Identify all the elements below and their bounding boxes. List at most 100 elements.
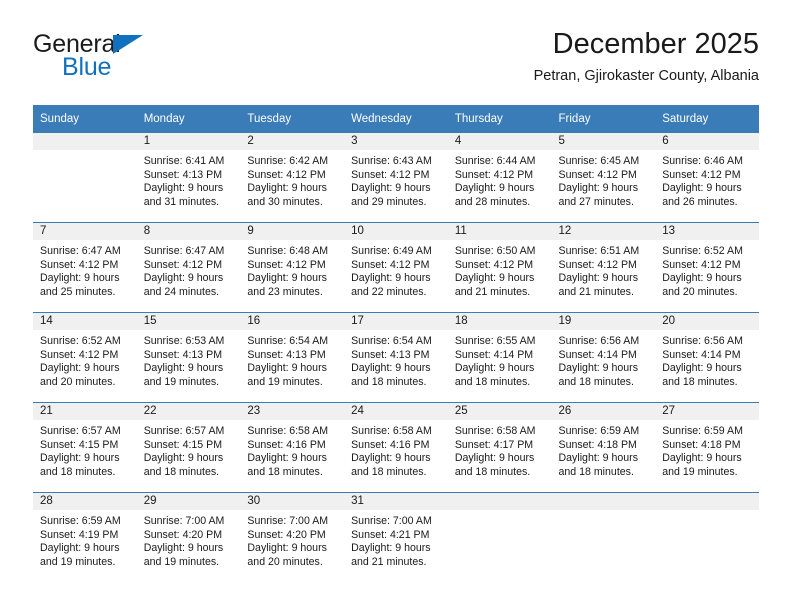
day-number: 10 — [344, 223, 448, 240]
day-cell-9[interactable]: 9 Sunrise: 6:48 AM Sunset: 4:12 PM Daylight… — [240, 223, 345, 312]
day-info-line: and 18 minutes. — [454, 375, 531, 388]
day-info-line: Daylight: 9 hours — [351, 452, 431, 465]
day-cell-10[interactable]: 10 Sunrise: 6:49 AM Sunset: 4:12 PM Dayligh… — [344, 223, 448, 312]
day-cell-3[interactable]: 3 Sunrise: 6:43 AM Sunset: 4:12 PM Daylight… — [344, 133, 448, 222]
day-cell-4[interactable]: 4 Sunrise: 6:44 AM Sunset: 4:12 PM Daylight… — [447, 133, 552, 222]
day-number: 16 — [240, 313, 345, 330]
day-info-line: Daylight: 9 hours — [247, 182, 327, 195]
day-info-line: Sunset: 4:14 PM — [454, 348, 534, 361]
day-sun-info: Sunrise: 6:53 AM Sunset: 4:13 PM Daylight:… — [137, 330, 241, 389]
day-cell-1[interactable]: 1 Sunrise: 6:41 AM Sunset: 4:13 PM Daylight… — [136, 133, 241, 222]
day-info-line: and 22 minutes. — [351, 285, 427, 298]
day-cell-18[interactable]: 18 Sunrise: 6:55 AM Sunset: 4:14 PM Dayligh… — [447, 313, 552, 402]
day-info-line: Sunrise: 6:59 AM — [40, 515, 121, 527]
day-sun-info: Sunrise: 6:52 AM Sunset: 4:12 PM Daylight:… — [655, 240, 759, 299]
day-cell-20[interactable]: 20 Sunrise: 6:56 AM Sunset: 4:14 PM Dayligh… — [655, 313, 759, 402]
calendar-cell: 22 Sunrise: 6:57 AM Sunset: 4:15 PM Dayligh… — [136, 402, 241, 493]
day-info-line: Sunrise: 6:41 AM — [143, 155, 225, 167]
day-cell-28[interactable]: 28 Sunrise: 6:59 AM Sunset: 4:19 PM Dayligh… — [33, 493, 137, 582]
day-cell-24[interactable]: 24 Sunrise: 6:58 AM Sunset: 4:16 PM Dayligh… — [344, 403, 448, 492]
day-info-line: Daylight: 9 hours — [558, 272, 639, 285]
calendar-cell — [655, 492, 759, 582]
day-info-line: Sunset: 4:13 PM — [143, 348, 223, 361]
day-info-line: Sunrise: 6:46 AM — [662, 155, 743, 167]
day-cell-21[interactable]: 21 Sunrise: 6:57 AM Sunset: 4:15 PM Dayligh… — [33, 403, 137, 492]
day-number: 8 — [136, 223, 241, 240]
day-info-line: and 21 minutes. — [558, 285, 634, 298]
day-cell-2[interactable]: 2 Sunrise: 6:42 AM Sunset: 4:12 PM Daylight… — [240, 133, 345, 222]
day-info-line: Sunrise: 6:47 AM — [143, 245, 225, 257]
day-info-line: Sunrise: 7:00 AM — [143, 515, 225, 527]
day-cell-16[interactable]: 16 Sunrise: 6:54 AM Sunset: 4:13 PM Dayligh… — [240, 313, 345, 402]
day-sun-info: Sunrise: 7:00 AM Sunset: 4:21 PM Daylight:… — [344, 510, 448, 569]
day-cell-29[interactable]: 29 Sunrise: 7:00 AM Sunset: 4:20 PM Dayligh… — [136, 493, 241, 582]
day-info-line: and 18 minutes. — [40, 465, 116, 478]
generalblue-logo: General Blue — [33, 32, 213, 84]
day-info-line: Sunrise: 6:50 AM — [454, 245, 536, 257]
day-cell-23[interactable]: 23 Sunrise: 6:58 AM Sunset: 4:16 PM Dayligh… — [240, 403, 345, 492]
day-info-line: Daylight: 9 hours — [558, 362, 639, 375]
day-info-line: Sunrise: 7:00 AM — [351, 515, 432, 527]
day-number: 29 — [136, 493, 241, 510]
day-cell-19[interactable]: 19 Sunrise: 6:56 AM Sunset: 4:14 PM Dayligh… — [551, 313, 656, 402]
day-sun-info: Sunrise: 6:54 AM Sunset: 4:13 PM Daylight:… — [344, 330, 448, 389]
day-cell-30[interactable]: 30 Sunrise: 7:00 AM Sunset: 4:20 PM Dayligh… — [240, 493, 345, 582]
day-number: 21 — [33, 403, 137, 420]
day-cell-17[interactable]: 17 Sunrise: 6:54 AM Sunset: 4:13 PM Dayligh… — [344, 313, 448, 402]
day-number: 3 — [344, 133, 448, 150]
day-info-line: Sunset: 4:17 PM — [454, 438, 534, 451]
calendar-cell: 6 Sunrise: 6:46 AM Sunset: 4:12 PM Daylight… — [655, 133, 759, 223]
day-number: 19 — [551, 313, 656, 330]
day-cell-5[interactable]: 5 Sunrise: 6:45 AM Sunset: 4:12 PM Daylight… — [551, 133, 656, 222]
day-info-line: Sunset: 4:12 PM — [558, 258, 637, 271]
day-cell-26[interactable]: 26 Sunrise: 6:59 AM Sunset: 4:18 PM Dayligh… — [551, 403, 656, 492]
day-info-line: and 18 minutes. — [247, 465, 323, 478]
day-info-line: Daylight: 9 hours — [351, 542, 431, 555]
day-info-line: Sunset: 4:12 PM — [247, 168, 326, 181]
day-info-line: and 29 minutes. — [351, 195, 427, 208]
day-cell-31[interactable]: 31 Sunrise: 7:00 AM Sunset: 4:21 PM Dayligh… — [344, 493, 448, 582]
day-cell-6[interactable]: 6 Sunrise: 6:46 AM Sunset: 4:12 PM Daylight… — [655, 133, 759, 222]
day-number: 4 — [447, 133, 552, 150]
day-info-line: Daylight: 9 hours — [351, 362, 431, 375]
day-cell-8[interactable]: 8 Sunrise: 6:47 AM Sunset: 4:12 PM Daylight… — [136, 223, 241, 312]
day-cell-27[interactable]: 27 Sunrise: 6:59 AM Sunset: 4:18 PM Dayligh… — [655, 403, 759, 492]
day-cell-15[interactable]: 15 Sunrise: 6:53 AM Sunset: 4:13 PM Dayligh… — [136, 313, 241, 402]
day-info-line: Sunset: 4:14 PM — [662, 348, 741, 361]
day-number — [33, 133, 137, 150]
day-number: 1 — [136, 133, 241, 150]
day-sun-info: Sunrise: 6:57 AM Sunset: 4:15 PM Daylight:… — [33, 420, 137, 479]
day-info-line: Daylight: 9 hours — [558, 452, 639, 465]
day-cell-25[interactable]: 25 Sunrise: 6:58 AM Sunset: 4:17 PM Dayligh… — [447, 403, 552, 492]
day-info-line: Sunset: 4:12 PM — [558, 168, 637, 181]
day-cell-14[interactable]: 14 Sunrise: 6:52 AM Sunset: 4:12 PM Dayligh… — [33, 313, 137, 402]
day-info-line: Sunrise: 6:51 AM — [558, 245, 640, 257]
day-info-line: Sunset: 4:12 PM — [143, 258, 223, 271]
day-number: 24 — [344, 403, 448, 420]
day-info-line: and 19 minutes. — [143, 555, 220, 568]
day-info-line: Sunrise: 6:58 AM — [247, 425, 329, 437]
day-info-line: Sunrise: 6:42 AM — [247, 155, 329, 167]
calendar-cell: 13 Sunrise: 6:52 AM Sunset: 4:12 PM Dayligh… — [655, 222, 759, 313]
day-info-line: Sunrise: 6:47 AM — [40, 245, 121, 257]
calendar-cell: 17 Sunrise: 6:54 AM Sunset: 4:13 PM Dayligh… — [344, 312, 448, 403]
calendar-cell: 5 Sunrise: 6:45 AM Sunset: 4:12 PM Daylight… — [551, 133, 656, 223]
day-cell-12[interactable]: 12 Sunrise: 6:51 AM Sunset: 4:12 PM Dayligh… — [551, 223, 656, 312]
day-cell-11[interactable]: 11 Sunrise: 6:50 AM Sunset: 4:12 PM Dayligh… — [447, 223, 552, 312]
day-info-line: and 19 minutes. — [662, 465, 738, 478]
day-info-line: and 18 minutes. — [351, 465, 427, 478]
week-row: 14 Sunrise: 6:52 AM Sunset: 4:12 PM Dayligh… — [33, 312, 759, 403]
day-info-line: Sunrise: 6:54 AM — [351, 335, 432, 347]
day-sun-info: Sunrise: 6:45 AM Sunset: 4:12 PM Daylight:… — [552, 150, 656, 209]
calendar-cell — [447, 492, 552, 582]
day-number — [655, 493, 759, 510]
day-info-line: Daylight: 9 hours — [454, 362, 535, 375]
day-sun-info: Sunrise: 6:49 AM Sunset: 4:12 PM Daylight:… — [344, 240, 448, 299]
day-info-line: and 20 minutes. — [247, 555, 323, 568]
day-cell-22[interactable]: 22 Sunrise: 6:57 AM Sunset: 4:15 PM Dayligh… — [136, 403, 241, 492]
day-info-line: Sunrise: 6:45 AM — [558, 155, 640, 167]
day-cell-7[interactable]: 7 Sunrise: 6:47 AM Sunset: 4:12 PM Daylight… — [33, 223, 137, 312]
weekday-header-saturday: Saturday — [655, 105, 759, 133]
day-cell-13[interactable]: 13 Sunrise: 6:52 AM Sunset: 4:12 PM Dayligh… — [655, 223, 759, 312]
week-row: 28 Sunrise: 6:59 AM Sunset: 4:19 PM Dayligh… — [33, 492, 759, 582]
